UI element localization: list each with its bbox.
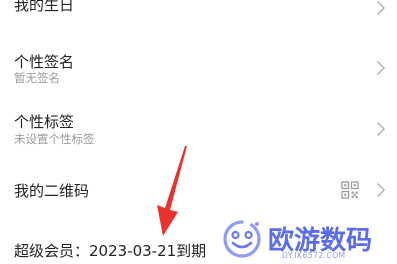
chevron-right-icon xyxy=(377,1,385,15)
chevron-right-icon xyxy=(377,61,385,75)
tags-title: 个性标签 xyxy=(14,113,75,131)
signature-title: 个性签名 xyxy=(14,53,75,71)
watermark: 欧游数码 OY.IK6572.COM xyxy=(216,212,397,264)
smiley-logo-icon xyxy=(223,220,261,258)
chevron-right-icon xyxy=(377,122,385,136)
red-arrow-annotation xyxy=(157,146,187,236)
tags-row[interactable]: 个性标签 未设置个性标签 xyxy=(0,100,397,158)
vip-expiry-text: 超级会员：2023-03-21到期 xyxy=(14,242,207,260)
birthday-row[interactable]: 我的生日 xyxy=(0,0,397,22)
birthday-title: 我的生日 xyxy=(14,0,75,14)
qrcode-icon xyxy=(341,181,359,199)
tags-value: 未设置个性标签 xyxy=(14,132,95,146)
signature-row[interactable]: 个性签名 暂无签名 xyxy=(0,40,397,98)
chevron-right-icon xyxy=(377,183,385,197)
signature-value: 暂无签名 xyxy=(14,71,60,85)
qrcode-title: 我的二维码 xyxy=(14,182,90,200)
qrcode-row[interactable]: 我的二维码 xyxy=(0,170,397,210)
watermark-url: OY.IK6572.COM xyxy=(282,251,346,260)
